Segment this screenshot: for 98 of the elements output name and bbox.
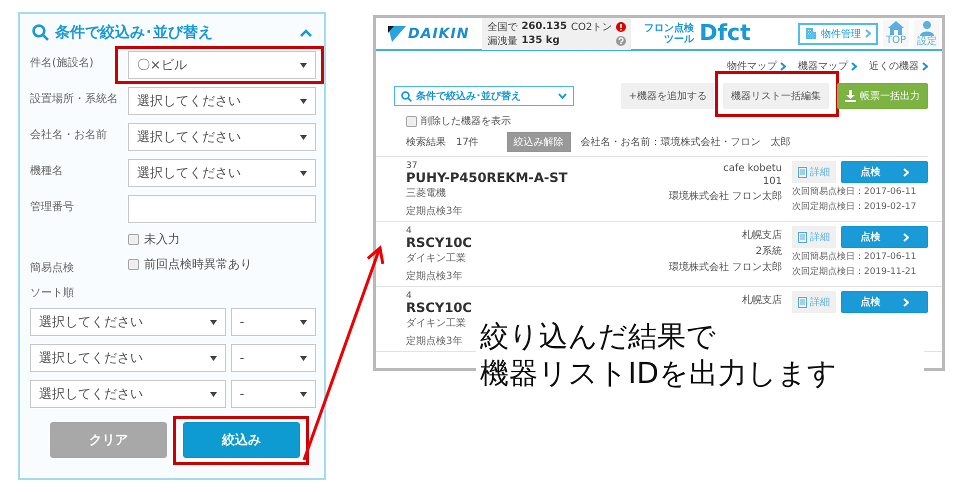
download-icon [845, 90, 856, 102]
home-icon [888, 21, 904, 35]
select-field[interactable]: 選択してください [30, 308, 226, 336]
chevron-right-icon [864, 29, 871, 38]
next-inspection-date: 次回定期点検日：2019-02-17 [792, 200, 918, 213]
dropdown-caret-icon [300, 320, 307, 324]
stat-label: 全国で [487, 20, 518, 34]
next-inspection-date: 次回簡易点検日：2017-06-11 [792, 186, 918, 198]
site-name: 札幌支店 [742, 294, 782, 307]
inspection-cycle: 定期点検3年 [406, 204, 462, 218]
site-name: cafe kobetu [723, 163, 782, 174]
select-field[interactable]: - [230, 344, 316, 372]
dropdown-caret-icon [300, 134, 307, 140]
equipment-count: 4 [406, 291, 412, 301]
checkbox[interactable] [128, 234, 139, 245]
dropdown-caret-icon [300, 62, 307, 68]
toolbar-button[interactable]: +機器を追加する [620, 83, 715, 109]
nav-link[interactable]: 近くの機器 [869, 59, 928, 73]
chevron-down-icon [558, 93, 567, 99]
chevron-right-icon [780, 62, 786, 70]
select-field[interactable]: 選択してください [128, 87, 316, 115]
checkbox[interactable] [406, 116, 417, 126]
dropdown-caret-icon [210, 320, 217, 324]
dropdown-caret-icon [300, 356, 307, 360]
dropdown-caret-icon [300, 98, 307, 104]
document-icon [798, 296, 807, 308]
chevron-right-icon [922, 62, 928, 70]
field-label: 簡易点検 [30, 260, 75, 275]
field-label: 件名(施設名) [30, 55, 95, 70]
maker-name: 三菱電機 [406, 186, 446, 200]
system-name: 2系統 [756, 244, 782, 258]
help-icon [616, 36, 626, 46]
select-field[interactable]: - [230, 308, 316, 336]
model-name: RSCY10C [406, 301, 472, 316]
select-field[interactable]: 選択してください [128, 159, 316, 187]
stat-label: 漏洩量 [487, 34, 518, 48]
caret-up-icon[interactable] [300, 28, 312, 36]
owner-name: 環境株式会社 フロン太郎 [668, 190, 782, 203]
chevron-right-icon [902, 298, 908, 306]
checkbox-label: 削除した機器を表示 [421, 114, 511, 128]
logo-mark-icon [388, 26, 406, 42]
stat-value: 135 kg [521, 35, 561, 46]
field-label: 会社名・お名前 [30, 127, 108, 142]
owner-name: 環境株式会社 フロン太郎 [668, 260, 782, 274]
caption-text: 機器リストIDを出力します [480, 355, 837, 392]
dropdown-caret-icon [210, 356, 217, 360]
select-field[interactable]: 選択してください [128, 123, 316, 151]
logo: DAIKIN [408, 26, 470, 42]
inspection-cycle: 定期点検3年 [406, 270, 462, 283]
field-label: 機種名 [30, 163, 64, 178]
inspection-cycle: 定期点検3年 [406, 334, 462, 348]
toolbar-button[interactable]: 機器リスト一括編集 [723, 83, 829, 109]
checkbox[interactable] [128, 259, 139, 270]
dropdown-caret-icon [300, 392, 307, 396]
dropdown-caret-icon [210, 392, 217, 396]
checkbox-label: 前回点検時異常あり [144, 256, 252, 273]
sort-label: ソート順 [30, 285, 75, 300]
document-icon [798, 166, 807, 178]
filter-condition: 会社名・お名前：環境株式会社・フロン 太郎 [580, 136, 791, 149]
nav-link[interactable]: 機器マップ [798, 59, 857, 73]
select-field[interactable]: - [230, 380, 316, 408]
dropdown-caret-icon [300, 170, 307, 176]
input-field[interactable] [128, 195, 316, 223]
panel-title: 条件で絞込み･並び替え [55, 23, 214, 42]
select-field[interactable]: 〇×ビル [128, 51, 316, 79]
chevron-right-icon [902, 232, 908, 242]
results-label: 検索結果 [406, 136, 446, 149]
alert-icon [616, 22, 626, 32]
next-inspection-date: 次回簡易点検日：2017-06-11 [792, 250, 918, 263]
app-name: Dfct [699, 21, 751, 46]
document-icon [798, 232, 807, 242]
equipment-count: 4 [406, 226, 412, 236]
stat-unit: CO2トン [571, 20, 612, 34]
select-field[interactable]: 選択してください [30, 380, 226, 408]
building-icon [804, 27, 817, 40]
select-field[interactable]: 選択してください [30, 344, 226, 372]
field-label: 管理番号 [30, 199, 75, 214]
model-name: PUHY-P450REKM-A-ST [406, 171, 568, 186]
maker-name: ダイキン工業 [406, 316, 466, 330]
model-name: RSCY10C [406, 236, 472, 251]
tool-label: フロン点検 [644, 22, 694, 34]
checkbox-label: 未入力 [144, 231, 180, 248]
search-icon [32, 24, 49, 41]
equipment-count: 37 [406, 161, 418, 171]
site-name: 札幌支店 [742, 228, 782, 242]
search-icon [401, 90, 412, 102]
nav-link[interactable]: 物件マップ [727, 59, 786, 73]
system-name: 101 [762, 176, 782, 187]
caption-text: 絞り込んだ結果で [480, 318, 716, 355]
results-count: 17件 [456, 136, 479, 149]
field-label: 設置場所・系統名 [30, 91, 119, 106]
maker-name: ダイキン工業 [406, 252, 466, 265]
chevron-right-icon [902, 168, 908, 176]
tool-label: ツール [664, 34, 694, 44]
person-icon [920, 20, 934, 36]
stat-value: 260.135 [521, 21, 567, 32]
next-inspection-date: 次回定期点検日：2019-11-21 [792, 266, 918, 278]
chevron-right-icon [851, 62, 857, 70]
